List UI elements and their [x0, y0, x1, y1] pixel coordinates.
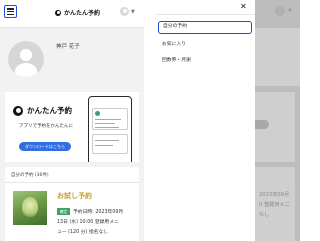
top-header: かんたん予約 ▼: [0, 0, 144, 28]
phone-dot-icon: [95, 111, 100, 116]
reservation-title[interactable]: お試し予約: [57, 191, 92, 201]
phone-line: [95, 145, 113, 146]
hamburger-menu-icon[interactable]: [4, 5, 17, 18]
my-reservations-heading: 自分の予約 (36件): [5, 167, 139, 183]
brand-mark-icon: [55, 9, 61, 16]
profile-avatar-icon: [8, 41, 44, 77]
overlay-button: [255, 120, 269, 129]
drawer-item-my-reservations[interactable]: 自分の予約: [158, 21, 252, 34]
brand-logo[interactable]: かんたん予約: [55, 8, 100, 17]
phone-card: [92, 108, 128, 130]
profile-section: 神戸 花子: [0, 28, 144, 86]
reservation-detail: 13日 (水) 10:00 登録用メニ: [57, 220, 119, 225]
promo-logo: かんたん予約: [13, 105, 72, 116]
divider: [155, 14, 255, 15]
overlay-text: 0 登録用メニ: [259, 202, 290, 208]
phone-line: [95, 119, 121, 120]
promo-tagline: アプリで予約をかんたんに: [19, 124, 73, 129]
close-icon[interactable]: ✕: [240, 2, 247, 12]
phone-line: [95, 127, 119, 128]
phone-mockup-image: [88, 96, 132, 162]
promo-brand-name: かんたん予約: [27, 106, 72, 115]
app-promo-banner: かんたん予約 アプリで予約をかんたんに ダウンロードはこちら: [5, 92, 139, 162]
profile-name: 神戸 花子: [56, 44, 80, 50]
promo-brand-mark-icon: [13, 105, 23, 116]
overlay-panel: [255, 167, 295, 183]
reservation-detail: ュー (120 分) 指名なし: [57, 230, 109, 235]
overlay-chevron-down-icon: ▼: [288, 8, 292, 14]
overlay-text: 2023年09月: [259, 192, 290, 198]
phone-card: [92, 134, 128, 154]
reservation-card[interactable]: お試し予約 確定 予約日時: 2023年09月 13日 (水) 10:00 登録…: [5, 183, 139, 241]
drawer-item-favorites[interactable]: お気に入り: [158, 38, 252, 51]
main-page: かんたん予約 ▼ 神戸 花子 かんたん予約 アプリで予約をかんたんに ダウンロー…: [0, 0, 144, 241]
reservation-thumbnail-image: [13, 191, 47, 225]
overlay-text: なし: [259, 212, 270, 218]
backdrop-overlay[interactable]: ▼ 2023年09月 0 登録用メニ なし: [255, 0, 300, 241]
reservation-datetime: 予約日時: 2023年09月: [73, 210, 124, 215]
overlay-avatar-icon: [275, 6, 285, 16]
overlay-panel: [255, 28, 300, 86]
drawer-item-tickets[interactable]: 回数券・月謝: [158, 54, 252, 67]
brand-name: かんたん予約: [64, 10, 101, 17]
phone-line: [95, 123, 115, 124]
navigation-drawer: ✕ 自分の予約 お気に入り 回数券・月謝: [155, 0, 255, 241]
user-avatar-icon[interactable]: [120, 7, 129, 16]
chevron-down-icon[interactable]: ▼: [131, 9, 135, 15]
phone-line: [95, 140, 119, 141]
status-badge: 確定: [57, 208, 70, 215]
download-button[interactable]: ダウンロードはこちら: [19, 142, 71, 151]
